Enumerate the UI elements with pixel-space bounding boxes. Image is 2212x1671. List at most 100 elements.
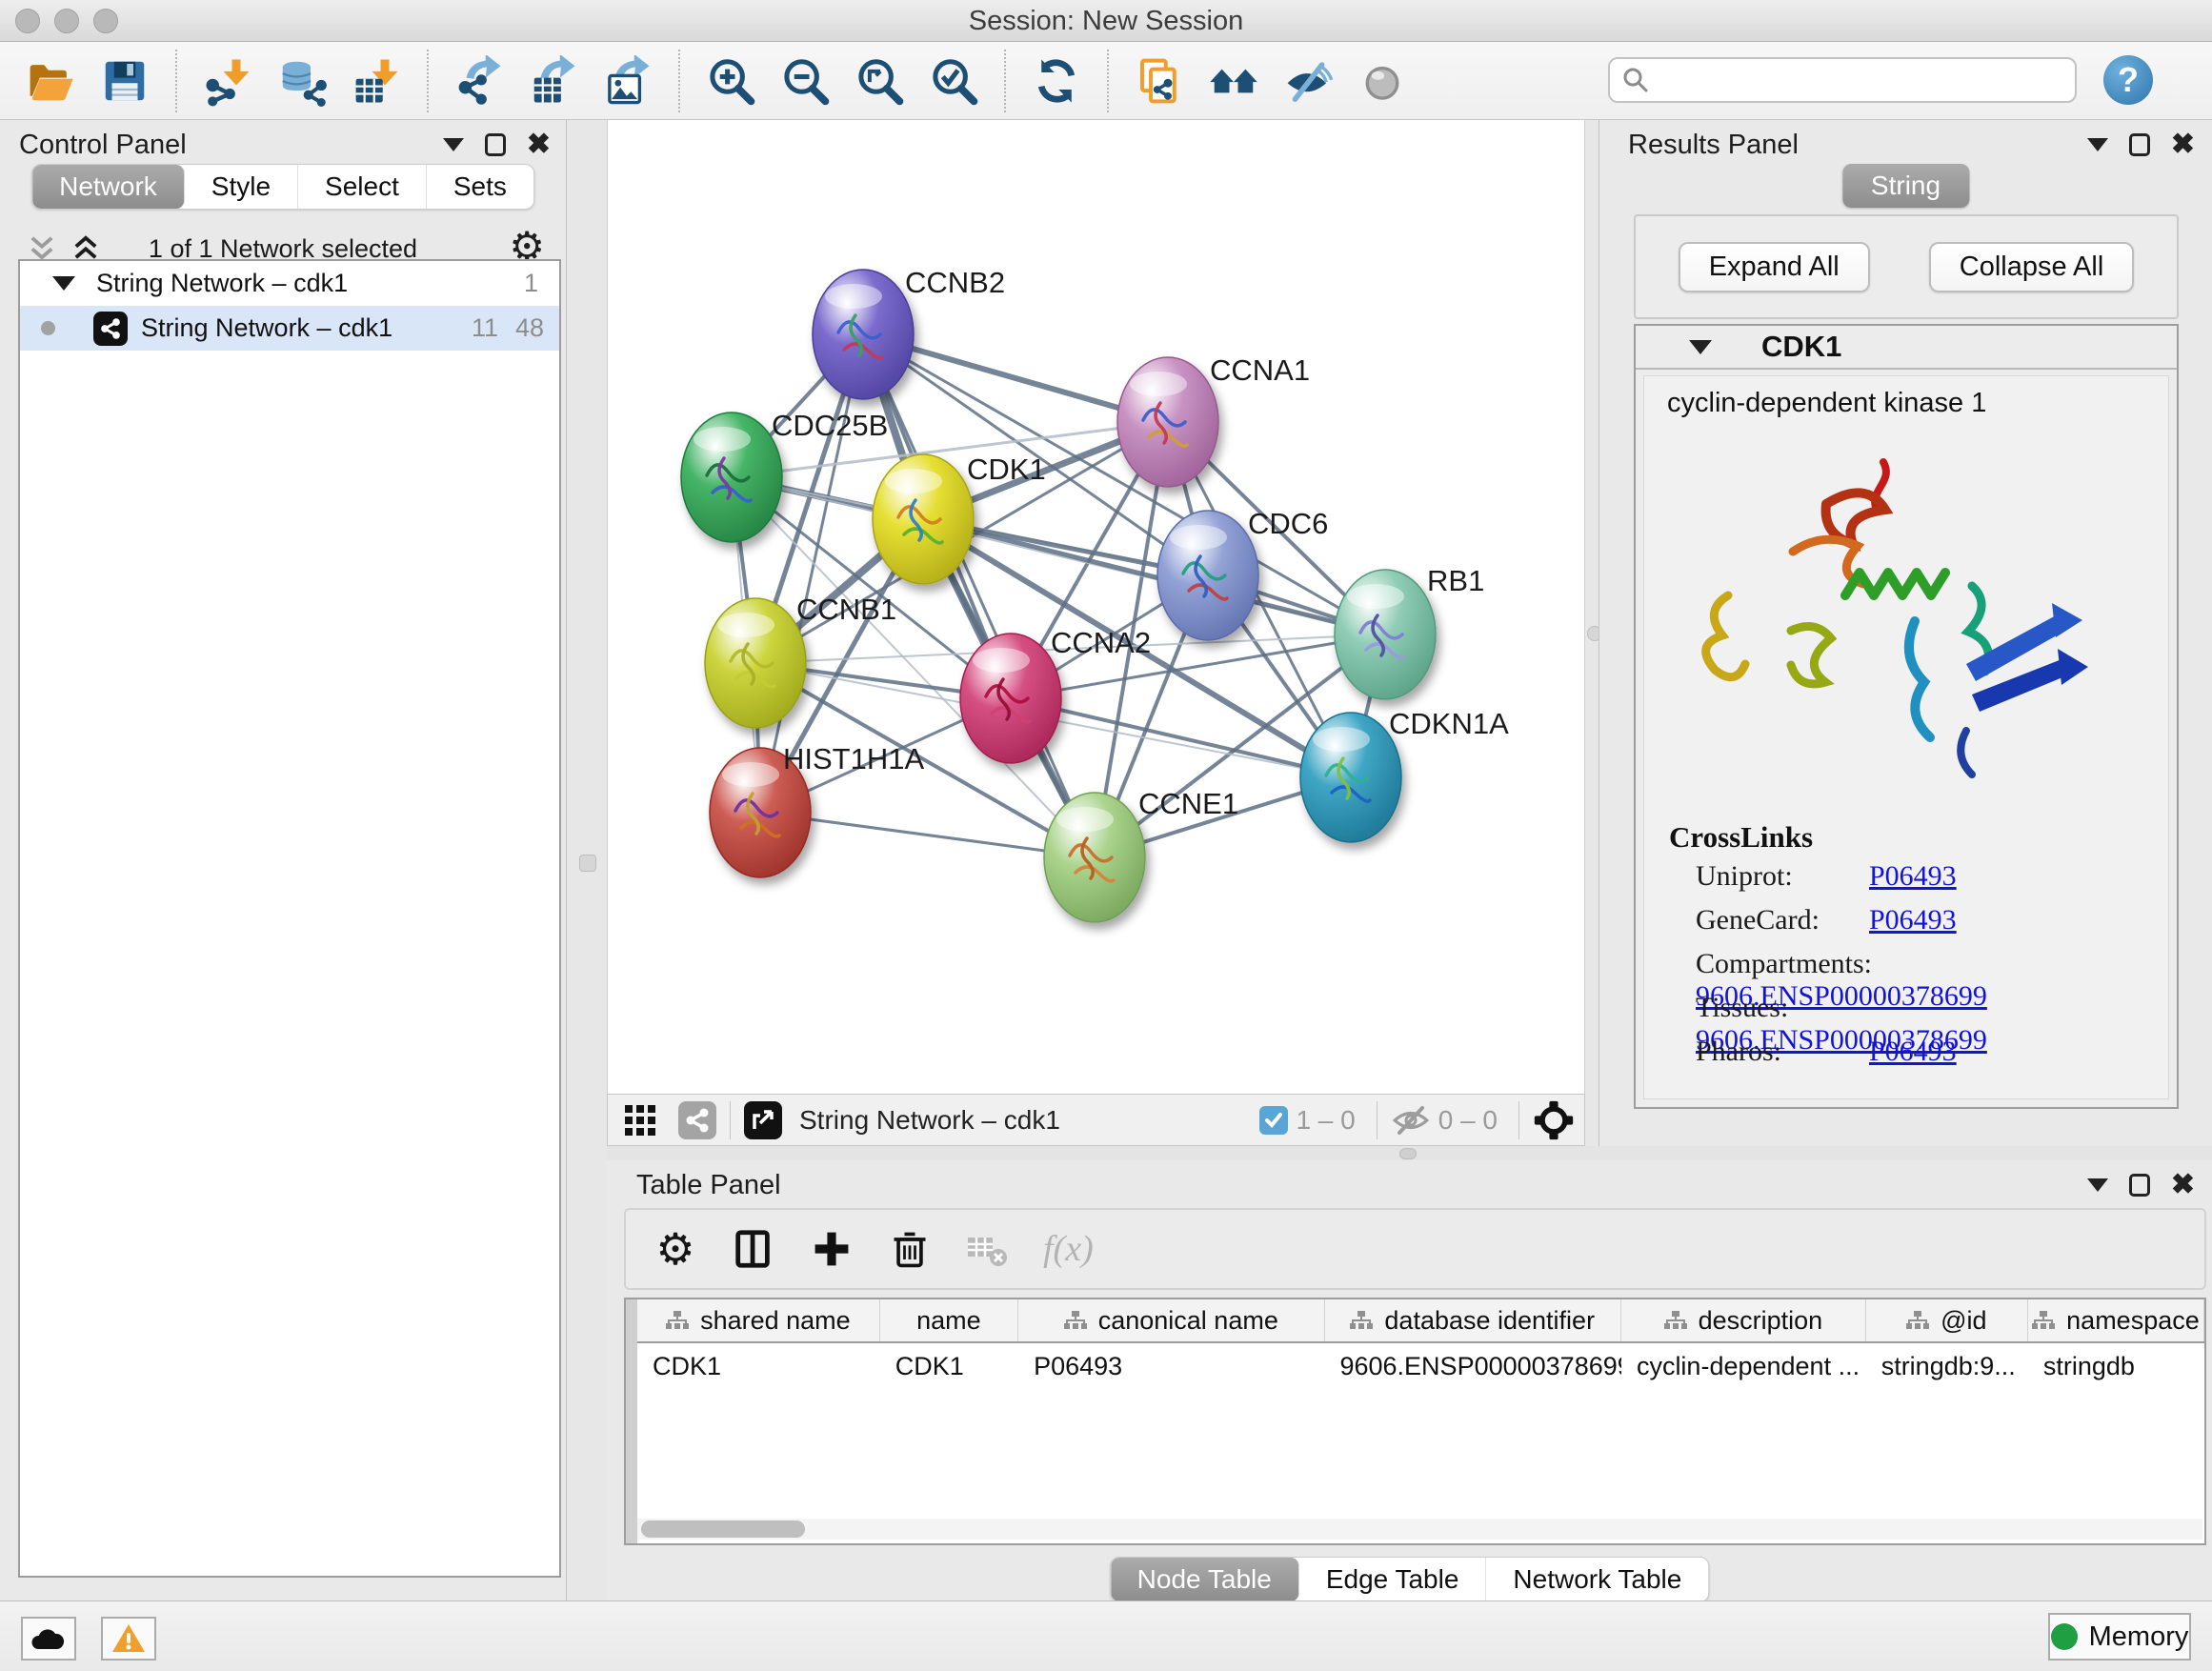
close-panel-icon[interactable]: ✖ (2171, 133, 2195, 156)
panel-menu-icon[interactable] (443, 138, 464, 151)
column-header-database-identifier[interactable]: database identifier (1325, 1299, 1621, 1341)
first-neighbors-button[interactable] (1196, 50, 1271, 111)
panel-menu-icon[interactable] (2087, 138, 2108, 151)
table-options-gear-icon[interactable]: ⚙ (653, 1226, 698, 1272)
float-panel-icon[interactable] (2129, 133, 2150, 156)
table-cell[interactable]: cyclin-dependent ... (1621, 1345, 1866, 1387)
cytoscape-window: Session: New Session ? Control Panel ✖ N… (0, 0, 2212, 1671)
tab-network[interactable]: Network (32, 165, 185, 209)
tab-select[interactable]: Select (298, 165, 427, 209)
network-node-ccnb1[interactable]: CCNB1 (705, 593, 896, 728)
export-image-button[interactable] (591, 50, 665, 111)
network-node-ccnb2[interactable]: CCNB2 (813, 266, 1005, 399)
network-edge[interactable] (863, 334, 1095, 857)
left-splitter-handle[interactable] (579, 855, 596, 872)
crosslink-link[interactable]: P06493 (1869, 860, 1957, 892)
refresh-network-button[interactable] (1019, 50, 1094, 111)
network-node-cdk1[interactable]: CDK1 (873, 453, 1046, 584)
show-all-button[interactable] (1345, 50, 1419, 111)
table-horizontal-scrollbar[interactable] (637, 1519, 2202, 1540)
table-vertical-scrollbar[interactable] (626, 1299, 637, 1543)
node-count: 11 (472, 313, 498, 343)
save-session-button[interactable] (88, 50, 162, 111)
cloud-button[interactable] (21, 1617, 76, 1661)
edge-count: 48 (515, 313, 544, 343)
birds-eye-grid-icon[interactable] (621, 1101, 659, 1139)
close-panel-icon[interactable]: ✖ (527, 133, 551, 156)
crosslink-link[interactable]: P06493 (1869, 1036, 1957, 1067)
tab-style[interactable]: Style (185, 165, 298, 209)
zoom-in-button[interactable] (694, 50, 768, 111)
column-header--id[interactable]: @id (1866, 1299, 2028, 1341)
horizontal-splitter[interactable] (607, 1146, 2212, 1160)
float-panel-icon[interactable] (2129, 1174, 2150, 1197)
network-node-cdc25b[interactable]: CDC25B (681, 409, 888, 542)
collapse-gene-icon[interactable] (1689, 340, 1712, 354)
network-canvas[interactable]: CCNB2CCNA1CDC25BCDK1CDC6RB1CCNB1CCNA2CDK… (607, 120, 1585, 1094)
collapse-branch-icon[interactable] (52, 276, 75, 291)
zoom-out-button[interactable] (768, 50, 842, 111)
tab-network-table[interactable]: Network Table (1486, 1558, 1708, 1601)
warnings-button[interactable] (101, 1617, 156, 1661)
collection-count: 1 (524, 269, 538, 298)
zoom-fit-content-button[interactable] (842, 50, 916, 111)
collapse-all-button[interactable]: Collapse All (1929, 242, 2135, 292)
fit-selected-crosshair-icon[interactable] (1533, 1099, 1575, 1141)
zoom-selected-button[interactable] (916, 50, 991, 111)
network-share-icon[interactable] (678, 1101, 716, 1139)
column-header-description[interactable]: description (1621, 1299, 1866, 1341)
open-in-window-icon[interactable] (744, 1101, 782, 1139)
network-edge[interactable] (760, 334, 863, 813)
tab-edge-table[interactable]: Edge Table (1299, 1558, 1487, 1601)
network-node-cdkn1a[interactable]: CDKN1A (1300, 707, 1509, 842)
create-column-icon[interactable] (731, 1226, 776, 1272)
export-network-button[interactable] (442, 50, 516, 111)
network-node-hist1h1a[interactable]: HIST1H1A (710, 742, 924, 877)
tab-node-table[interactable]: Node Table (1111, 1558, 1299, 1601)
add-row-plus-icon[interactable] (809, 1226, 855, 1272)
zoom-out-icon (779, 55, 831, 107)
import-network-from-database-button[interactable] (265, 50, 339, 111)
column-header-name[interactable]: name (880, 1299, 1018, 1341)
float-panel-icon[interactable] (485, 133, 506, 156)
import-table-from-file-button[interactable] (339, 50, 413, 111)
network-node-ccne1[interactable]: CCNE1 (1044, 787, 1238, 922)
table-cell[interactable]: stringdb:9... (1866, 1345, 2028, 1387)
memory-label: Memory (2089, 1621, 2189, 1653)
table-cell[interactable]: 9606.ENSP00000378699 (1324, 1345, 1620, 1387)
gene-header[interactable]: CDK1 (1636, 326, 2177, 370)
network-status-dot (41, 321, 55, 335)
column-header-namespace[interactable]: namespace (2028, 1299, 2204, 1341)
selected-nodes-checkbox[interactable] (1259, 1106, 1288, 1135)
column-header-canonical-name[interactable]: canonical name (1018, 1299, 1324, 1341)
export-table-button[interactable] (516, 50, 591, 111)
table-panel-title: Table Panel (636, 1170, 781, 1201)
search-box[interactable] (1608, 57, 2077, 103)
help-button[interactable]: ? (2103, 55, 2153, 105)
close-panel-icon[interactable]: ✖ (2171, 1174, 2195, 1197)
open-session-button[interactable] (13, 50, 88, 111)
table-cell[interactable]: P06493 (1018, 1345, 1324, 1387)
hide-selected-button[interactable] (1271, 50, 1345, 111)
tab-sets[interactable]: Sets (427, 165, 533, 209)
delete-trash-icon[interactable] (887, 1226, 933, 1272)
memory-button[interactable]: Memory (2048, 1613, 2191, 1661)
search-input[interactable] (1650, 66, 2050, 95)
crosslink-link[interactable]: P06493 (1869, 904, 1957, 936)
network-tree-row[interactable]: String Network – cdk11148 (20, 306, 559, 351)
network-tree-row[interactable]: String Network – cdk11 (20, 261, 559, 306)
table-tabs: Node TableEdge TableNetwork Table (1110, 1557, 1710, 1602)
expand-all-button[interactable]: Expand All (1679, 242, 1870, 292)
network-node-rb1[interactable]: RB1 (1335, 564, 1484, 699)
network-edge[interactable] (1011, 698, 1351, 777)
delete-table-icon (965, 1226, 1011, 1272)
clone-network-button[interactable] (1122, 50, 1196, 111)
table-cell[interactable]: CDK1 (880, 1345, 1018, 1387)
table-cell[interactable]: CDK1 (637, 1345, 880, 1387)
network-node-cdc6[interactable]: CDC6 (1157, 507, 1328, 640)
table-cell[interactable]: stringdb (2028, 1345, 2204, 1387)
column-header-shared-name[interactable]: shared name (637, 1299, 880, 1341)
import-network-from-file-button[interactable] (191, 50, 265, 111)
panel-menu-icon[interactable] (2087, 1178, 2108, 1192)
tab-string[interactable]: String (1842, 164, 1969, 208)
